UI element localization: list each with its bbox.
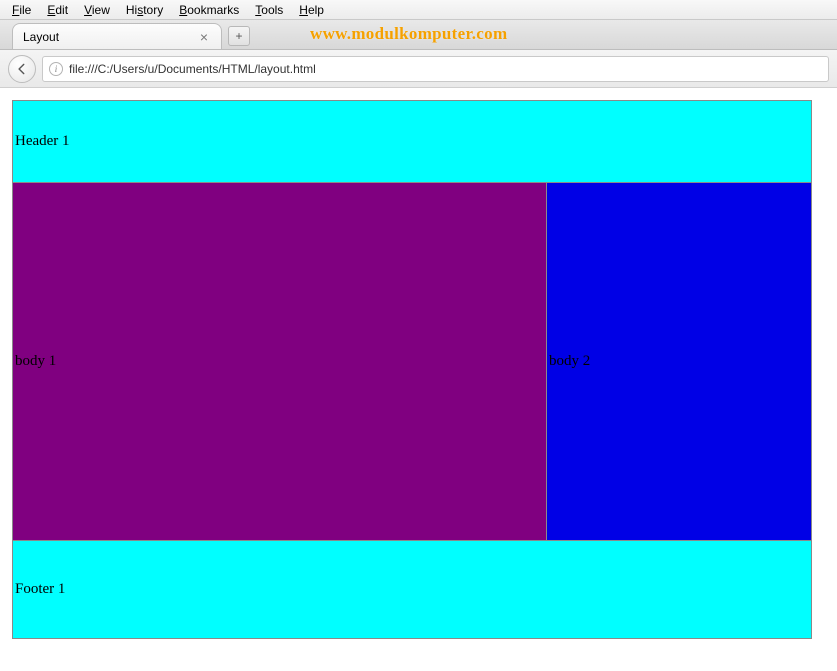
- browser-menubar: File Edit View History Bookmarks Tools H…: [0, 0, 837, 20]
- new-tab-button[interactable]: +: [228, 26, 250, 46]
- cell-header: Header 1: [13, 101, 812, 183]
- cell-footer: Footer 1: [13, 541, 812, 639]
- browser-tab-active[interactable]: Layout ×: [12, 23, 222, 49]
- close-icon[interactable]: ×: [197, 29, 211, 45]
- tab-title: Layout: [23, 30, 197, 44]
- menu-bookmarks[interactable]: Bookmarks: [171, 1, 247, 19]
- menu-view[interactable]: View: [76, 1, 118, 19]
- browser-tabstrip: Layout × + www.modulkomputer.com: [0, 20, 837, 50]
- menu-edit[interactable]: Edit: [39, 1, 76, 19]
- layout-table: Header 1 body 1 body 2 Footer 1: [12, 100, 812, 639]
- url-input[interactable]: [69, 62, 822, 76]
- page-viewport: Header 1 body 1 body 2 Footer 1: [0, 88, 837, 639]
- menu-tools[interactable]: Tools: [247, 1, 291, 19]
- menu-help[interactable]: Help: [291, 1, 332, 19]
- cell-body-1: body 1: [13, 183, 547, 541]
- plus-icon: +: [235, 29, 242, 43]
- back-button[interactable]: [8, 55, 36, 83]
- browser-toolbar: i: [0, 50, 837, 88]
- arrow-left-icon: [15, 62, 29, 76]
- info-icon[interactable]: i: [49, 62, 63, 76]
- menu-history[interactable]: History: [118, 1, 171, 19]
- watermark-text: www.modulkomputer.com: [310, 24, 507, 44]
- menu-file[interactable]: File: [4, 1, 39, 19]
- address-bar[interactable]: i: [42, 56, 829, 82]
- cell-body-2: body 2: [547, 183, 812, 541]
